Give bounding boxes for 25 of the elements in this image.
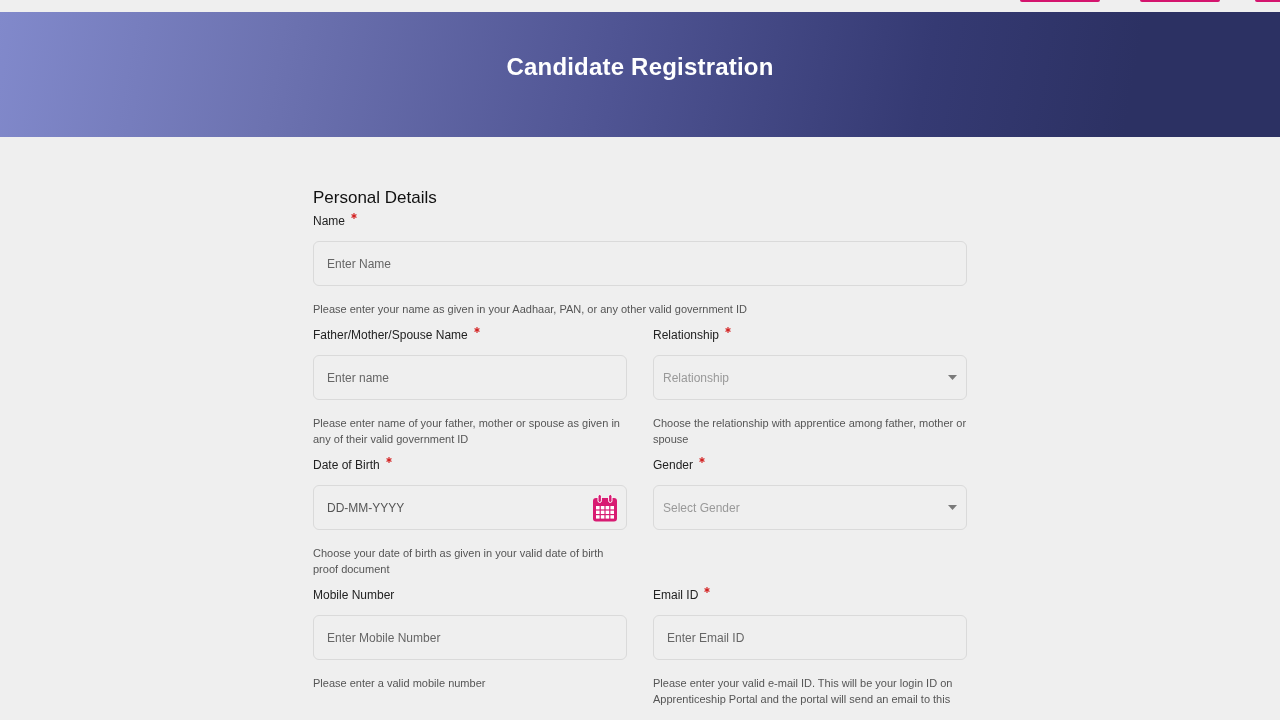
help-text: Choose the relationship with apprentice among father, mother or spouse <box>653 416 967 447</box>
field-label: Date of Birth <box>313 457 380 473</box>
text-input[interactable]: Enter name <box>313 355 627 400</box>
help-text: Please enter name of your father, mother or spouse as given in any of their valid government ID <box>313 416 621 447</box>
field-label: Mobile Number <box>313 587 395 603</box>
text-input[interactable]: Enter Email ID <box>653 615 967 660</box>
calendar-icon[interactable] <box>592 494 618 522</box>
help-text: Choose your date of birth as given in your valid date of birth proof document <box>313 546 605 577</box>
dropdown[interactable]: Select Gender <box>653 485 967 530</box>
field-label: Father/Mother/Spouse Name <box>313 327 468 343</box>
caret-icon <box>948 505 957 510</box>
text-input[interactable]: Enter Mobile Number <box>313 615 627 660</box>
help-text: Please enter your valid e-mail ID. This will be your login ID on Apprenticeship Portal and the portal will send an email to this <box>653 676 954 707</box>
text-input[interactable]: Enter Name <box>313 241 967 286</box>
date-input[interactable]: DD-MM-YYYY <box>313 485 627 530</box>
field-label: Relationship <box>653 327 720 343</box>
help-text: Please enter your name as given in your Aadhaar, PAN, or any other valid government ID <box>313 302 747 317</box>
help-text: Please enter a valid mobile number <box>313 676 486 691</box>
section-heading: Personal Details <box>313 187 438 209</box>
field-label: Email ID <box>653 587 699 603</box>
field-label: Name <box>313 213 345 229</box>
caret-icon <box>948 375 957 380</box>
page-title: Candidate Registration <box>506 52 774 81</box>
dropdown[interactable]: Relationship <box>653 355 967 400</box>
field-label: Gender <box>653 457 694 473</box>
